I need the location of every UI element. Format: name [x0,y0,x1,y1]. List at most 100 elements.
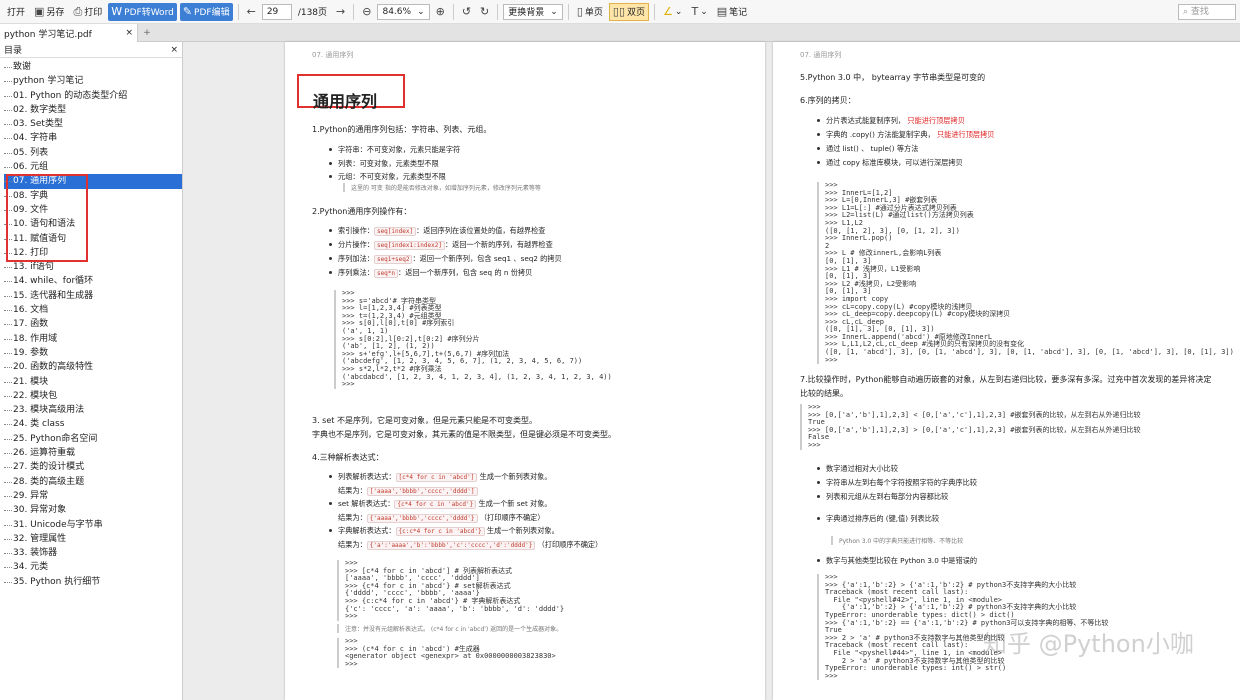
page-title: 通用序列 [313,92,378,111]
divider [567,3,569,20]
bullet [817,467,820,470]
close-icon[interactable]: × [125,28,133,38]
list-item: 通过 list() 、 tuple() 等方法 [826,144,918,154]
toc-item-label: 34. 元类 [13,562,49,573]
text-span: 字典的 .copy() 方法能复制字典， [826,130,935,139]
document-tab[interactable]: python 学习笔记.pdf × [0,24,138,42]
toc-item-label: 05. 列表 [13,147,49,158]
notes-label: 笔记 [729,8,748,18]
text-span: 只能进行顶层拷贝 [905,116,965,125]
toc-item-label: 14. while、for循环 [13,276,94,287]
toc-item[interactable]: 19. 参数 [4,346,182,360]
print-button[interactable]: ⎙ 打印 [70,3,105,21]
toc-item[interactable]: 14. while、for循环 [4,274,182,288]
toc-item-label: 30. 异常对象 [13,505,67,516]
toc-item[interactable]: 31. Unicode与字节串 [4,518,182,532]
section-heading: 4.三种解析表达式： [312,453,384,462]
pdf-to-word-button[interactable]: W PDF转Word [108,2,177,21]
toc-item[interactable]: 16. 文档 [4,303,182,317]
paragraph: 3. set 不是序列，它是可变对象，但是元素只能是不可变类型。 [312,416,537,425]
search-input[interactable]: ⌕ 查找 [1178,3,1236,20]
prev-page-button[interactable]: ← [244,3,259,21]
text-span: ：返回一个新序列，包含 seq 的 n 份拷贝 [398,268,533,277]
zoom-in-button[interactable]: ⊕ [433,3,448,21]
toc-item[interactable]: 23. 模块高级用法 [4,403,182,417]
code-chip: {c*4 for c in 'abcd'} [394,500,477,509]
word-icon: W [111,5,123,18]
bullet [329,229,332,232]
toc-item[interactable]: 13. if语句 [4,260,182,274]
toc-item[interactable]: 26. 运算符重载 [4,446,182,460]
sidebar-header: 目录 × [0,42,182,58]
highlight-button[interactable]: ∠ ⌄ [660,3,685,21]
toc-item[interactable]: 21. 模块 [4,375,182,389]
double-page-icon: ▯▯ [612,5,626,18]
toc-item-label: 19. 参数 [13,347,49,358]
code-chip: {'aaaa','bbbb','cccc','dddd'} [366,514,478,523]
toc-item-label: 15. 迭代器和生成器 [13,290,94,301]
background-select[interactable]: 更换背景 ⌄ [503,3,563,20]
save-as-button[interactable]: ▣ 另存 [31,3,67,21]
toc-item[interactable]: 30. 异常对象 [4,503,182,517]
zoom-select[interactable]: 84.6% ⌄ [377,3,430,20]
toc-item[interactable]: 致谢 [4,60,182,74]
zoom-in-icon: ⊕ [435,5,445,18]
toc-item[interactable]: 20. 函数的高级特性 [4,360,182,374]
toc-item-label: 20. 函数的高级特性 [13,362,94,373]
text-span: （打印顺序不确定） [535,540,603,549]
toc-item[interactable]: 05. 列表 [4,146,182,160]
toc-item[interactable]: 29. 异常 [4,489,182,503]
chevron-down-icon: ⌄ [417,6,425,17]
add-tab-button[interactable]: + [138,24,156,41]
pdf-edit-button[interactable]: ✎ PDF编辑 [179,2,233,21]
tab-label: python 学习笔记.pdf [4,29,92,40]
toc-item[interactable]: 06. 元组 [4,160,182,174]
toc-item[interactable]: 34. 元类 [4,560,182,574]
toc-item[interactable]: 32. 管理属性 [4,532,182,546]
toc-item-label: 29. 异常 [13,490,49,501]
bullet [329,475,332,478]
toc-item-label: 33. 装饰器 [13,548,58,559]
rotate-right-button[interactable]: ↻ [477,3,492,21]
toc-item[interactable]: 17. 函数 [4,317,182,331]
toc-item[interactable]: 15. 迭代器和生成器 [4,289,182,303]
text-span: 生成一个新 set 对象。 [476,499,552,508]
toc-item[interactable]: 18. 作用域 [4,332,182,346]
text-tool-button[interactable]: T ⌄ [688,3,710,21]
bullet [817,559,820,562]
highlight-frame [6,174,88,262]
bullet [817,481,820,484]
list-item: 分片表达式能复制序列， 只能进行顶层拷贝 [826,116,965,126]
next-page-button[interactable]: → [333,3,348,21]
toc-item[interactable]: 35. Python 执行细节 [4,575,182,589]
toc-item[interactable]: 24. 类 class [4,417,182,431]
bullet [817,147,820,150]
text-span: ：返回一个新序列，包含 seq1 、seq2 的拷贝 [412,254,562,263]
toc-item[interactable]: 25. Python命名空间 [4,432,182,446]
toc-item[interactable]: 04. 字符串 [4,131,182,145]
toc-item[interactable]: 01. Python 的动态类型介绍 [4,89,182,103]
toc-item[interactable]: 22. 模块包 [4,389,182,403]
open-button[interactable]: 打开 [4,3,28,21]
toc-item[interactable]: 02. 数字类型 [4,103,182,117]
divider [353,3,355,20]
double-page-button[interactable]: ▯▯ 双页 [608,2,650,21]
rotate-left-button[interactable]: ↺ [459,3,474,21]
highlighter-icon: ∠ [663,5,673,18]
close-icon[interactable]: × [170,45,178,55]
toc-item[interactable]: 33. 装饰器 [4,546,182,560]
page-number-input[interactable]: 29 [261,3,292,20]
toc-item[interactable]: 27. 类的设计模式 [4,460,182,474]
list-item: set 解析表达式： {c*4 for c in 'abcd'} 生成一个新 se… [338,499,552,509]
background-label: 更换背景 [508,8,545,18]
single-page-button[interactable]: ▯ 单页 [574,3,606,21]
text-span: ：返回序列在该位置处的值，有越界检查 [416,226,546,235]
code-block: >>> >>> InnerL=[1,2] >>> L=[0,InnerL,3] … [817,181,1234,365]
code-chip: seq[index] [373,227,417,236]
zoom-out-button[interactable]: ⊖ [359,3,374,21]
note: 这里的 可变 指的是能否修改对象，如增加序列元素，修改序列元素等等 [343,183,541,192]
toc-item[interactable]: python 学习笔记 [4,74,182,88]
toc-item[interactable]: 28. 类的高级主题 [4,475,182,489]
notes-button[interactable]: ▤ 笔记 [714,3,750,21]
toc-item[interactable]: 03. Set类型 [4,117,182,131]
